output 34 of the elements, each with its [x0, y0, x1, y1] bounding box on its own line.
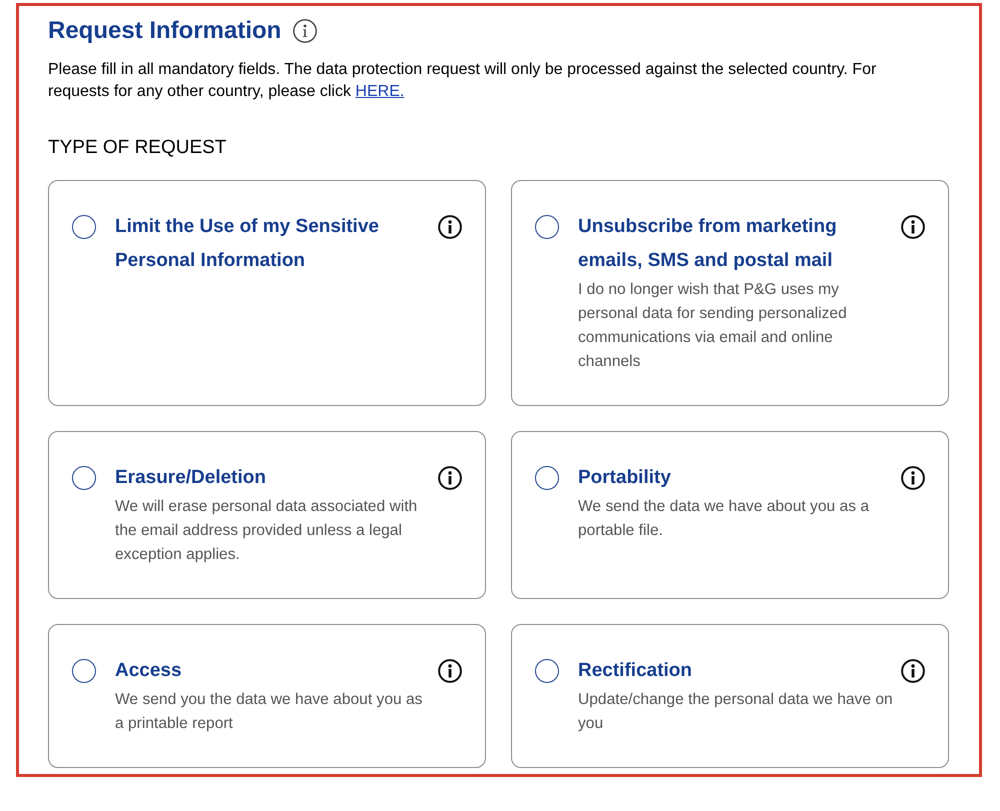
option-title: Limit the Use of my Sensitive Personal Information	[115, 215, 380, 273]
radio-button[interactable]	[72, 466, 96, 490]
info-icon[interactable]	[901, 659, 925, 683]
option-description: We send the data we have about you as a portable file.	[578, 497, 870, 541]
option-title: Portability	[578, 466, 672, 490]
option-description: I do no longer wish that P&G uses my personal data for sending personalized communications via email and online channels	[578, 280, 848, 372]
page-title: Request Information	[48, 16, 282, 46]
option-title: Unsubscribe from marketing emails, SMS and postal mail	[578, 215, 838, 273]
option-title: Access	[115, 659, 183, 683]
info-icon[interactable]	[438, 215, 462, 239]
section-label: TYPE OF REQUEST	[48, 136, 226, 160]
option-card[interactable]: Limit the Use of my Sensitive Personal Information	[48, 180, 486, 406]
option-card[interactable]: Access We send you the data we have about you as a printable report	[48, 624, 486, 768]
radio-button[interactable]	[72, 659, 96, 683]
info-icon[interactable]	[901, 466, 925, 490]
radio-button[interactable]	[72, 215, 96, 239]
option-title: Erasure/Deletion	[115, 466, 267, 490]
option-card[interactable]: Portability We send the data we have about you as a portable file.	[511, 431, 949, 599]
info-icon[interactable]	[438, 466, 462, 490]
option-description: Update/change the personal data we have on you	[578, 690, 894, 734]
here-link[interactable]: HERE.	[355, 83, 404, 100]
option-card[interactable]: Rectification Update/change the personal data we have on you	[511, 624, 949, 768]
info-icon[interactable]	[293, 19, 318, 43]
option-card[interactable]: Erasure/Deletion We will erase personal data associated with the email address provided unless a legal exception applies.	[48, 431, 486, 599]
radio-button[interactable]	[535, 659, 559, 683]
radio-button[interactable]	[535, 215, 559, 239]
info-icon[interactable]	[438, 659, 462, 683]
option-card[interactable]: Unsubscribe from marketing emails, SMS and postal mail I do no longer wish that P&G uses my personal data for sending personalized communications via email and online channels	[511, 180, 949, 406]
radio-button[interactable]	[535, 466, 559, 490]
option-title: Rectification	[578, 659, 694, 683]
intro-text: Please fill in all mandatory fields. The data protection request will only be processed against the selected country. For requests for any other country, please click HERE.	[48, 60, 878, 102]
option-description: We send you the data we have about you as a printable report	[115, 690, 424, 734]
option-description: We will erase personal data associated with the email address provided unless a legal exception applies.	[115, 497, 418, 565]
info-icon[interactable]	[901, 215, 925, 239]
